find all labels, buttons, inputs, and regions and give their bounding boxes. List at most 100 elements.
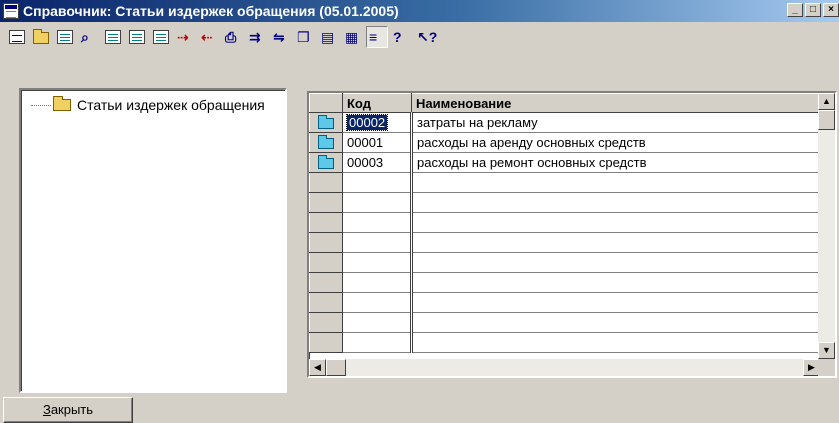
folder-icon (318, 154, 334, 169)
copy-button[interactable]: ❐ (294, 26, 316, 48)
tree-root-item[interactable]: Статьи издержек обращения (31, 96, 265, 113)
row-header[interactable] (309, 132, 343, 153)
app-icon[interactable] (3, 3, 19, 19)
maximize-button[interactable]: □ (805, 3, 821, 17)
title-bar: Справочник: Статьи издержек обращения (0… (0, 0, 839, 22)
table-row[interactable]: 00003 расходы на ремонт основных средств (309, 152, 821, 173)
row-header[interactable] (309, 192, 343, 213)
cell-name[interactable] (411, 292, 821, 313)
help-icon: ? (393, 29, 402, 45)
import-icon: ⇋ (273, 29, 285, 45)
cell-name[interactable] (411, 252, 821, 273)
tree-view-icon: ≡ (369, 29, 378, 45)
new-folder-icon (33, 29, 49, 44)
tree-connector (31, 104, 51, 106)
table-row[interactable] (309, 212, 821, 233)
cell-code[interactable] (342, 272, 413, 293)
tree-view-button[interactable]: ≡ (366, 26, 388, 48)
close-button[interactable]: Закрыть (3, 397, 133, 423)
table-row[interactable] (309, 172, 821, 193)
scroll-up-button[interactable]: ▲ (818, 93, 835, 110)
move-right-icon: ⇢ (177, 29, 189, 45)
cell-code[interactable] (342, 332, 413, 353)
row-header[interactable] (309, 252, 343, 273)
grid-delete-button[interactable] (126, 26, 148, 48)
scrollbar-corner (818, 359, 835, 376)
row-header[interactable] (309, 292, 343, 313)
table-row[interactable] (309, 292, 821, 313)
row-header[interactable] (309, 152, 343, 173)
cell-code[interactable] (342, 252, 413, 273)
cell-name-text: затраты на рекламу (417, 115, 538, 130)
cell-code-text: 00001 (347, 135, 384, 150)
cell-code[interactable] (342, 192, 413, 213)
scroll-down-button[interactable]: ▼ (818, 342, 835, 359)
grid-table: Код Наименование 00002 затраты на рекламу… (309, 93, 821, 353)
column-header-name[interactable]: Наименование (411, 93, 821, 113)
cell-code[interactable]: 00002 (342, 112, 413, 133)
cell-code[interactable]: 00001 (342, 132, 413, 153)
horizontal-scroll-thumb[interactable] (326, 359, 346, 376)
row-header[interactable] (309, 312, 343, 333)
cell-code-text: 00003 (347, 155, 384, 170)
minimize-button[interactable]: _ (787, 3, 803, 17)
cell-name[interactable] (411, 232, 821, 253)
vertical-scroll-thumb[interactable] (818, 110, 835, 130)
find-button[interactable]: ⌕ (78, 26, 100, 48)
properties-button[interactable]: ▤ (318, 26, 340, 48)
cell-code[interactable] (342, 232, 413, 253)
close-button-label: акрыть (50, 402, 94, 417)
move-right-button[interactable]: ⇢ (174, 26, 196, 48)
context-help-button[interactable]: ↖? (414, 26, 437, 48)
vertical-scrollbar[interactable]: ▲ ▼ (818, 93, 835, 359)
column-header-code[interactable]: Код (342, 93, 412, 113)
row-header[interactable] (309, 112, 343, 133)
new-folder-button[interactable] (30, 26, 52, 48)
grid-add-button[interactable] (102, 26, 124, 48)
cell-code[interactable]: 00003 (342, 152, 413, 173)
table-row[interactable]: 00002 затраты на рекламу (309, 112, 821, 133)
grid-copy-button[interactable] (150, 26, 172, 48)
grid-header-row: Код Наименование (309, 93, 821, 113)
row-header[interactable] (309, 332, 343, 353)
close-window-button[interactable]: × (823, 3, 839, 17)
cell-name[interactable] (411, 192, 821, 213)
cell-code[interactable] (342, 212, 413, 233)
cell-code[interactable] (342, 292, 413, 313)
cell-name[interactable] (411, 172, 821, 193)
table-row[interactable]: 00001 расходы на аренду основных средств (309, 132, 821, 153)
table-row[interactable] (309, 232, 821, 253)
cell-name[interactable]: расходы на аренду основных средств (411, 132, 821, 153)
cell-name[interactable] (411, 272, 821, 293)
row-header[interactable] (309, 172, 343, 193)
cell-name-text: расходы на аренду основных средств (417, 135, 646, 150)
new-item-button[interactable] (6, 26, 28, 48)
cell-name[interactable]: расходы на ремонт основных средств (411, 152, 821, 173)
items-grid[interactable]: Код Наименование 00002 затраты на рекламу… (307, 91, 837, 378)
import-button[interactable]: ⇋ (270, 26, 292, 48)
move-left-button[interactable]: ⇠ (198, 26, 220, 48)
cell-name[interactable] (411, 212, 821, 233)
scroll-left-button[interactable]: ◀ (309, 359, 326, 376)
cell-code[interactable] (342, 172, 413, 193)
horizontal-scrollbar[interactable]: ◀ ▶ (309, 359, 820, 376)
help-button[interactable]: ? (390, 26, 412, 48)
row-header[interactable] (309, 272, 343, 293)
row-header[interactable] (309, 212, 343, 233)
cell-name[interactable] (411, 332, 821, 353)
table-row[interactable] (309, 272, 821, 293)
report-button[interactable]: ▦ (342, 26, 364, 48)
table-row[interactable] (309, 252, 821, 273)
edit-button[interactable] (54, 26, 76, 48)
cell-name[interactable] (411, 312, 821, 333)
export-button[interactable]: ⇉ (246, 26, 268, 48)
cell-code[interactable] (342, 312, 413, 333)
cell-name[interactable]: затраты на рекламу (411, 112, 821, 133)
table-row[interactable] (309, 332, 821, 353)
tree-panel[interactable]: Статьи издержек обращения (19, 88, 287, 393)
table-row[interactable] (309, 312, 821, 333)
print-button[interactable]: ⎙ (222, 26, 244, 48)
window-title: Справочник: Статьи издержек обращения (0… (23, 3, 399, 19)
row-header[interactable] (309, 232, 343, 253)
table-row[interactable] (309, 192, 821, 213)
